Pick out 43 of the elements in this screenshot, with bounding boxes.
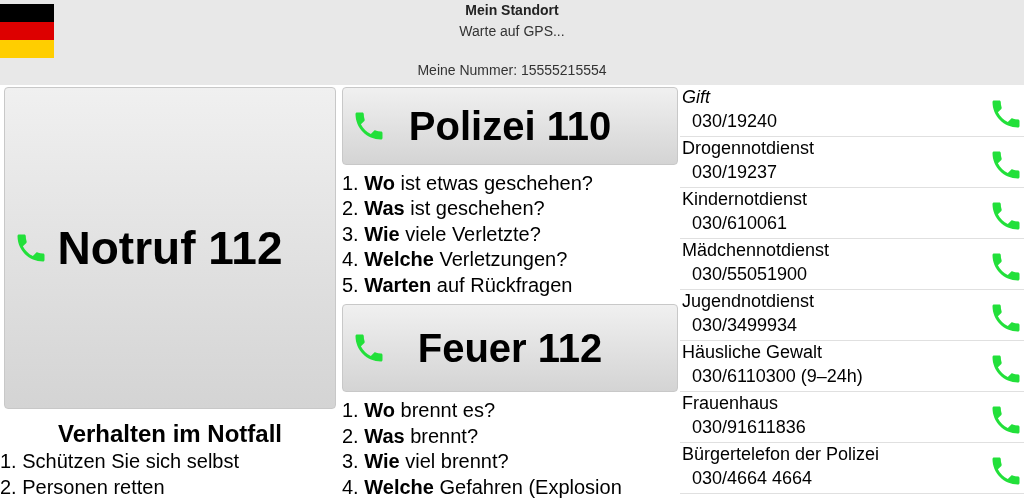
contact-name: Bürgertelefon der Polizei xyxy=(682,443,880,466)
contact-row[interactable]: Häusliche Gewalt 030/6110300 (9–24h) xyxy=(680,341,1024,392)
contact-name: Mädchennotdienst xyxy=(682,239,830,262)
contact-number: 030/3499934 xyxy=(692,314,798,337)
police-question: 4. Welche Verletzungen? xyxy=(342,247,569,272)
guide-step: 1. Schützen Sie sich selbst xyxy=(0,449,336,475)
contact-row[interactable]: Gift 030/19240 xyxy=(680,86,1024,137)
contact-number: 030/610061 xyxy=(692,212,788,235)
contact-number: 030/19237 xyxy=(692,161,778,184)
police-call-button[interactable]: Polizei 110 xyxy=(342,87,678,165)
police-question: 3. Wie viele Verletzte? xyxy=(342,221,542,247)
location-title: Mein Standort xyxy=(465,1,559,19)
fire-question: 2. Was brennt? xyxy=(342,423,480,449)
contact-row[interactable]: Mädchennotdienst 030/55051900 xyxy=(680,239,1024,290)
gps-status: Warte auf GPS... xyxy=(459,22,565,40)
contact-number: 030/4664 4664 xyxy=(692,467,813,490)
german-flag-icon xyxy=(0,4,54,58)
guide-title: Verhalten im Notfall xyxy=(57,419,283,449)
contact-row[interactable]: Drogennotdienst 030/19237 xyxy=(680,137,1024,188)
contact-number: 030/55051900 xyxy=(692,263,808,286)
contact-number: 030/19240 xyxy=(692,110,778,133)
fire-question: 3. Wie viel brennt? xyxy=(342,449,510,474)
contact-number: 030/6110300 (9–24h) xyxy=(692,365,863,388)
emergency-call-button[interactable]: Notruf 112 xyxy=(4,87,336,409)
police-question: 2. Was ist geschehen? xyxy=(342,196,546,221)
contact-number: 030/91611836 xyxy=(692,416,806,439)
contact-name: Frauenhaus xyxy=(682,392,779,415)
contact-row[interactable]: Kindernotdienst 030/610061 xyxy=(680,188,1024,239)
fire-call-button[interactable]: Feuer 112 xyxy=(342,304,678,392)
contact-name: Drogennotdienst xyxy=(682,137,815,160)
contact-row[interactable]: Bürgertelefon der Polizei 030/4664 4664 xyxy=(680,443,1024,494)
my-number: Meine Nummer: 15555215554 xyxy=(417,61,607,79)
contact-name: Jugendnotdienst xyxy=(682,290,815,313)
fire-question: 4. Welche Gefahren (Explosion xyxy=(342,474,623,500)
contact-name: Kindernotdienst xyxy=(682,188,808,211)
fire-question: 1. Wo brennt es? xyxy=(342,398,497,423)
contact-name: Häusliche Gewalt xyxy=(682,341,823,364)
contact-row[interactable]: Jugendnotdienst 030/3499934 xyxy=(680,290,1024,341)
police-question: 5. Warten auf Rückfragen xyxy=(342,272,574,298)
police-question: 1. Wo ist etwas geschehen? xyxy=(342,170,594,196)
guide-step: 2. Personen retten xyxy=(0,474,336,500)
contact-row[interactable]: Frauenhaus 030/91611836 xyxy=(680,392,1024,443)
contact-name: Gift xyxy=(682,86,710,109)
